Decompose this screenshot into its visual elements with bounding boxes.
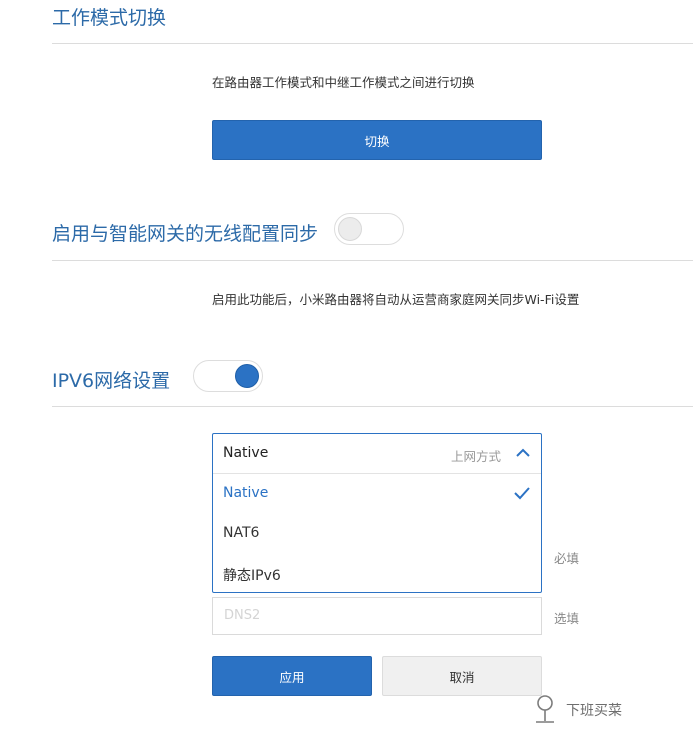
option-label: NAT6	[223, 525, 260, 541]
cancel-button[interactable]: 取消	[382, 656, 542, 696]
wireless-sync-description: 启用此功能后，小米路由器将自动从运营商家庭网关同步Wi-Fi设置	[212, 292, 580, 307]
watermark-value-icon	[536, 695, 554, 723]
work-mode-description: 在路由器工作模式和中继工作模式之间进行切换	[212, 75, 475, 90]
switch-mode-button[interactable]: 切换	[212, 120, 542, 160]
connection-type-select-header[interactable]: Native 上网方式	[213, 434, 541, 474]
router-settings-page: 工作模式切换 在路由器工作模式和中继工作模式之间进行切换 切换 启用与智能网关的…	[0, 0, 693, 742]
connection-type-select[interactable]: Native 上网方式 Native NAT6 静态IPv6	[212, 433, 542, 593]
watermark-text: 下班买菜	[566, 703, 622, 719]
option-label: Native	[223, 485, 269, 501]
option-label: 静态IPv6	[223, 568, 281, 584]
dns2-optional-label: 选填	[554, 611, 580, 626]
cancel-button-label: 取消	[449, 669, 475, 685]
watermark: 下班买菜	[530, 694, 622, 726]
apply-button[interactable]: 应用	[212, 656, 372, 696]
chevron-up-icon	[516, 448, 530, 457]
connection-type-hint: 上网方式	[450, 449, 501, 464]
wireless-sync-divider	[52, 260, 693, 261]
apply-button-label: 应用	[279, 669, 305, 685]
wireless-sync-title: 启用与智能网关的无线配置同步	[52, 223, 319, 245]
option-native[interactable]: Native	[213, 474, 541, 514]
toggle-knob	[338, 217, 362, 241]
connection-type-value: Native	[223, 445, 269, 461]
ipv6-divider	[52, 406, 693, 407]
toggle-knob	[235, 364, 259, 388]
ipv6-title: IPV6网络设置	[52, 370, 171, 392]
dns1-required-label: 必填	[554, 551, 580, 566]
check-icon	[514, 487, 530, 500]
ipv6-toggle[interactable]	[193, 360, 263, 392]
wireless-sync-toggle[interactable]	[334, 213, 404, 245]
option-nat6[interactable]: NAT6	[213, 514, 541, 554]
dns2-input[interactable]: DNS2	[212, 597, 542, 635]
switch-mode-button-label: 切换	[364, 133, 390, 149]
work-mode-title: 工作模式切换	[52, 7, 167, 29]
dns2-placeholder: DNS2	[224, 608, 261, 623]
work-mode-divider	[52, 43, 693, 44]
option-static-ipv6[interactable]: 静态IPv6	[213, 554, 541, 594]
